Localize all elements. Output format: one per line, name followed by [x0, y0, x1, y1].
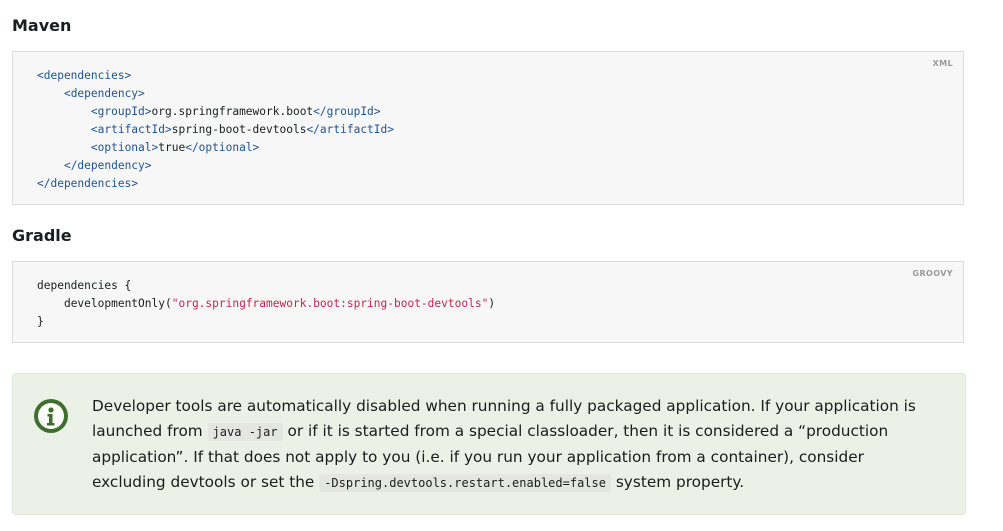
maven-heading: Maven: [12, 16, 72, 35]
code-line: dependencies {: [37, 279, 132, 292]
inline-code: java -jar: [207, 423, 283, 441]
info-admonition: Developer tools are automatically disabl…: [12, 373, 966, 515]
language-badge: XML: [932, 59, 953, 68]
gradle-heading: Gradle: [12, 226, 72, 245]
note-text: system property.: [610, 473, 745, 491]
code-line: developmentOnly("org.springframework.boo…: [63, 297, 496, 310]
code-line: }: [37, 315, 44, 328]
code-line: <dependencies>: [37, 69, 132, 82]
gradle-code: dependencies { developmentOnly("org.spri…: [37, 277, 495, 331]
code-line: </dependency>: [63, 159, 152, 172]
admonition-text: Developer tools are automatically disabl…: [92, 394, 932, 496]
code-line: <artifactId>spring-boot-devtools</artifa…: [90, 123, 394, 136]
inline-code: -Dspring.devtools.restart.enabled=false: [319, 474, 611, 492]
code-line: <optional>true</optional>: [90, 141, 260, 154]
language-badge: GROOVY: [912, 269, 953, 278]
maven-code: <dependencies> <dependency> <groupId>org…: [37, 67, 394, 193]
info-icon: [34, 399, 68, 433]
maven-code-block: XML <dependencies> <dependency> <groupId…: [12, 51, 964, 205]
code-line: <groupId>org.springframework.boot</group…: [90, 105, 381, 118]
code-line: </dependencies>: [37, 177, 139, 190]
code-line: <dependency>: [63, 87, 145, 100]
gradle-code-block: GROOVY dependencies { developmentOnly("o…: [12, 261, 964, 343]
